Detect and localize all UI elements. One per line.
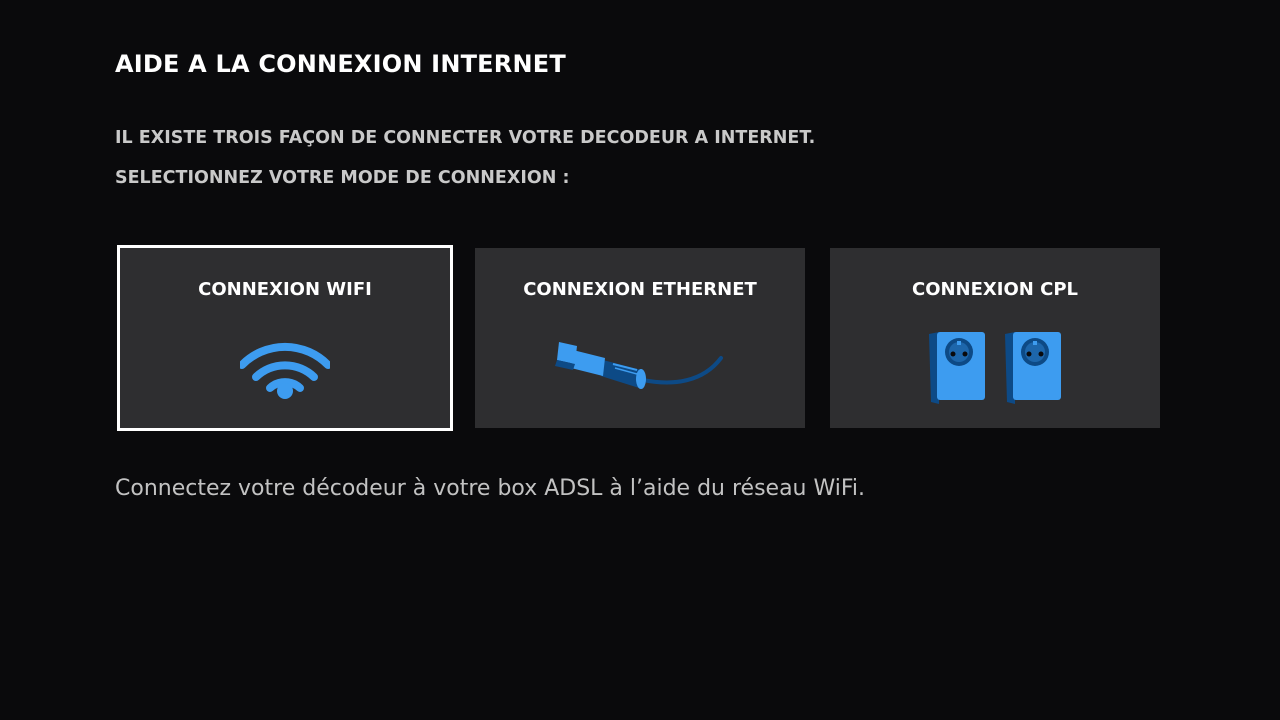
wifi-icon xyxy=(120,328,450,408)
page-title: AIDE A LA CONNEXION INTERNET xyxy=(115,50,566,78)
wifi-option-label: CONNEXION WIFI xyxy=(198,279,372,300)
intro-text: IL EXISTE TROIS FAÇON DE CONNECTER VOTRE… xyxy=(115,128,816,148)
wifi-connection-option[interactable]: CONNEXION WIFI xyxy=(117,245,453,431)
option-description: Connectez votre décodeur à votre box ADS… xyxy=(115,476,866,501)
cpl-option-label: CONNEXION CPL xyxy=(911,279,1079,300)
ethernet-connection-option[interactable]: CONNEXION ETHERNET xyxy=(475,248,805,428)
ethernet-option-label: CONNEXION ETHERNET xyxy=(523,279,757,300)
cpl-connection-option[interactable]: CONNEXION CPL xyxy=(830,248,1160,428)
powerline-adapter-icon xyxy=(830,328,1160,408)
ethernet-cable-icon xyxy=(475,328,805,408)
instruction-text: SELECTIONNEZ VOTRE MODE DE CONNEXION : xyxy=(115,168,570,188)
